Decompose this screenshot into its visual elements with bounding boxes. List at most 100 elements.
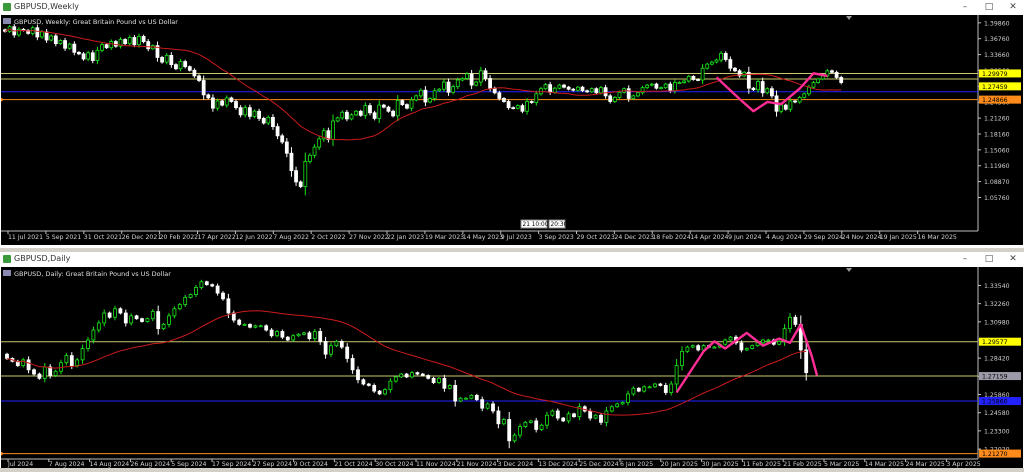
bull-candle: [589, 88, 594, 93]
y-tick-label: 1.11960: [984, 163, 1010, 170]
bear-candle: [491, 403, 495, 412]
bear-candle: [696, 345, 701, 351]
bear-candle: [529, 101, 534, 103]
bear-candle: [32, 369, 36, 375]
x-tick-label: 17 Sep 2024: [212, 461, 251, 468]
moving-average-line: [4, 28, 842, 141]
bull-candle: [410, 372, 414, 378]
bear-candle: [555, 410, 560, 419]
bear-candle: [113, 41, 118, 47]
x-tick-label: 21 Nov 2024: [457, 461, 497, 468]
bull-candle: [469, 394, 474, 399]
price-label-text: 1.27459: [982, 84, 1008, 91]
bull-candle: [609, 406, 614, 412]
bull-candle: [464, 397, 468, 400]
bull-candle: [266, 116, 271, 124]
bull-candle: [620, 402, 625, 405]
bull-candle: [458, 397, 463, 402]
daily-chart[interactable]: 1.335401.322601.309801.297001.284201.271…: [1, 267, 1023, 468]
bull-candle: [723, 339, 728, 345]
x-tick-label: 25 Dec 2024: [579, 461, 619, 468]
x-tick-label: 30 Oct 2024: [375, 461, 413, 468]
bull-candle: [604, 410, 609, 423]
weekly-chart[interactable]: 1.398601.367601.336601.305601.274601.243…: [1, 15, 1023, 245]
maximize-button[interactable]: □: [982, 1, 996, 13]
bull-candle: [414, 95, 419, 101]
x-tick-label: 27 Nov 2022: [349, 234, 389, 241]
bear-candle: [636, 387, 641, 392]
bear-candle: [599, 414, 603, 423]
bear-candle: [626, 88, 631, 99]
bull-candle: [86, 52, 91, 60]
bear-candle: [608, 95, 613, 102]
daily-titlebar[interactable]: GBPUSD,Daily – □ ✕: [0, 252, 1024, 266]
bull-candle: [194, 287, 198, 295]
bull-candle: [478, 70, 483, 83]
bull-candle: [172, 308, 177, 317]
bear-candle: [280, 135, 285, 143]
bear-candle: [238, 107, 243, 116]
bull-candle: [744, 348, 749, 351]
minimize-button[interactable]: –: [958, 1, 972, 13]
bear-candle: [5, 353, 9, 359]
bull-candle: [673, 82, 677, 92]
chart-title: GBPUSD, Weekly: Great Britain Pound vs U…: [14, 18, 178, 26]
minimize-button[interactable]: –: [958, 253, 972, 265]
bear-candle: [760, 81, 765, 94]
close-button[interactable]: ✕: [1006, 253, 1020, 265]
bull-candle: [183, 296, 188, 305]
bear-candle: [156, 311, 161, 330]
bull-candle: [275, 331, 279, 337]
bull-candle: [674, 365, 679, 385]
x-tick-label: 24 Mar 2025: [906, 461, 945, 468]
bear-candle: [739, 342, 744, 351]
bear-candle: [210, 284, 215, 287]
bull-candle: [432, 90, 437, 99]
bull-candle: [331, 120, 335, 140]
bull-candle: [557, 84, 562, 89]
bull-candle: [296, 333, 301, 337]
bull-candle: [312, 146, 317, 156]
bull-candle: [682, 80, 687, 83]
x-tick-label: 5 Sep 2024: [171, 461, 206, 468]
bear-candle: [344, 111, 349, 120]
price-label-text: 1.25860: [982, 399, 1008, 406]
bull-candle: [552, 87, 557, 93]
bull-candle: [686, 76, 691, 82]
bull-candle: [418, 89, 423, 97]
bear-candle: [118, 308, 123, 314]
bear-candle: [269, 329, 274, 337]
bear-candle: [566, 86, 571, 90]
bear-candle: [480, 399, 485, 409]
weekly-titlebar[interactable]: GBPUSD,Weekly – □ ✕: [0, 0, 1024, 14]
daily-chart-area[interactable]: 1.335401.322601.309801.297001.284201.271…: [1, 267, 1023, 468]
bull-candle: [515, 105, 520, 109]
x-tick-label: 14 Apr 2024: [690, 234, 728, 241]
bear-candle: [793, 316, 798, 325]
bull-candle: [75, 359, 80, 366]
bear-candle: [271, 116, 275, 128]
bear-candle: [350, 358, 355, 371]
weekly-chart-area[interactable]: 1.398601.367601.336601.305601.274601.243…: [1, 15, 1023, 245]
bull-candle: [765, 88, 770, 94]
bull-candle: [178, 61, 183, 70]
maximize-button[interactable]: □: [982, 253, 996, 265]
bull-candle: [150, 311, 155, 320]
bear-candle: [197, 75, 201, 81]
bull-candle: [636, 92, 640, 97]
bull-candle: [612, 97, 617, 102]
bear-candle: [53, 35, 58, 45]
bull-candle: [669, 383, 674, 393]
level-marker: [1, 97, 4, 102]
bull-candle: [523, 421, 528, 428]
bull-candle: [145, 318, 150, 322]
bear-candle: [160, 57, 164, 63]
bull-candle: [399, 373, 404, 378]
y-tick-label: 1.33540: [984, 283, 1010, 290]
bull-candle: [100, 44, 104, 51]
y-tick-label: 1.36760: [984, 36, 1010, 43]
x-tick-label: 22 Jan 2023: [387, 234, 424, 241]
close-button[interactable]: ✕: [1006, 1, 1020, 13]
bear-candle: [502, 98, 506, 102]
bull-candle: [455, 79, 460, 88]
